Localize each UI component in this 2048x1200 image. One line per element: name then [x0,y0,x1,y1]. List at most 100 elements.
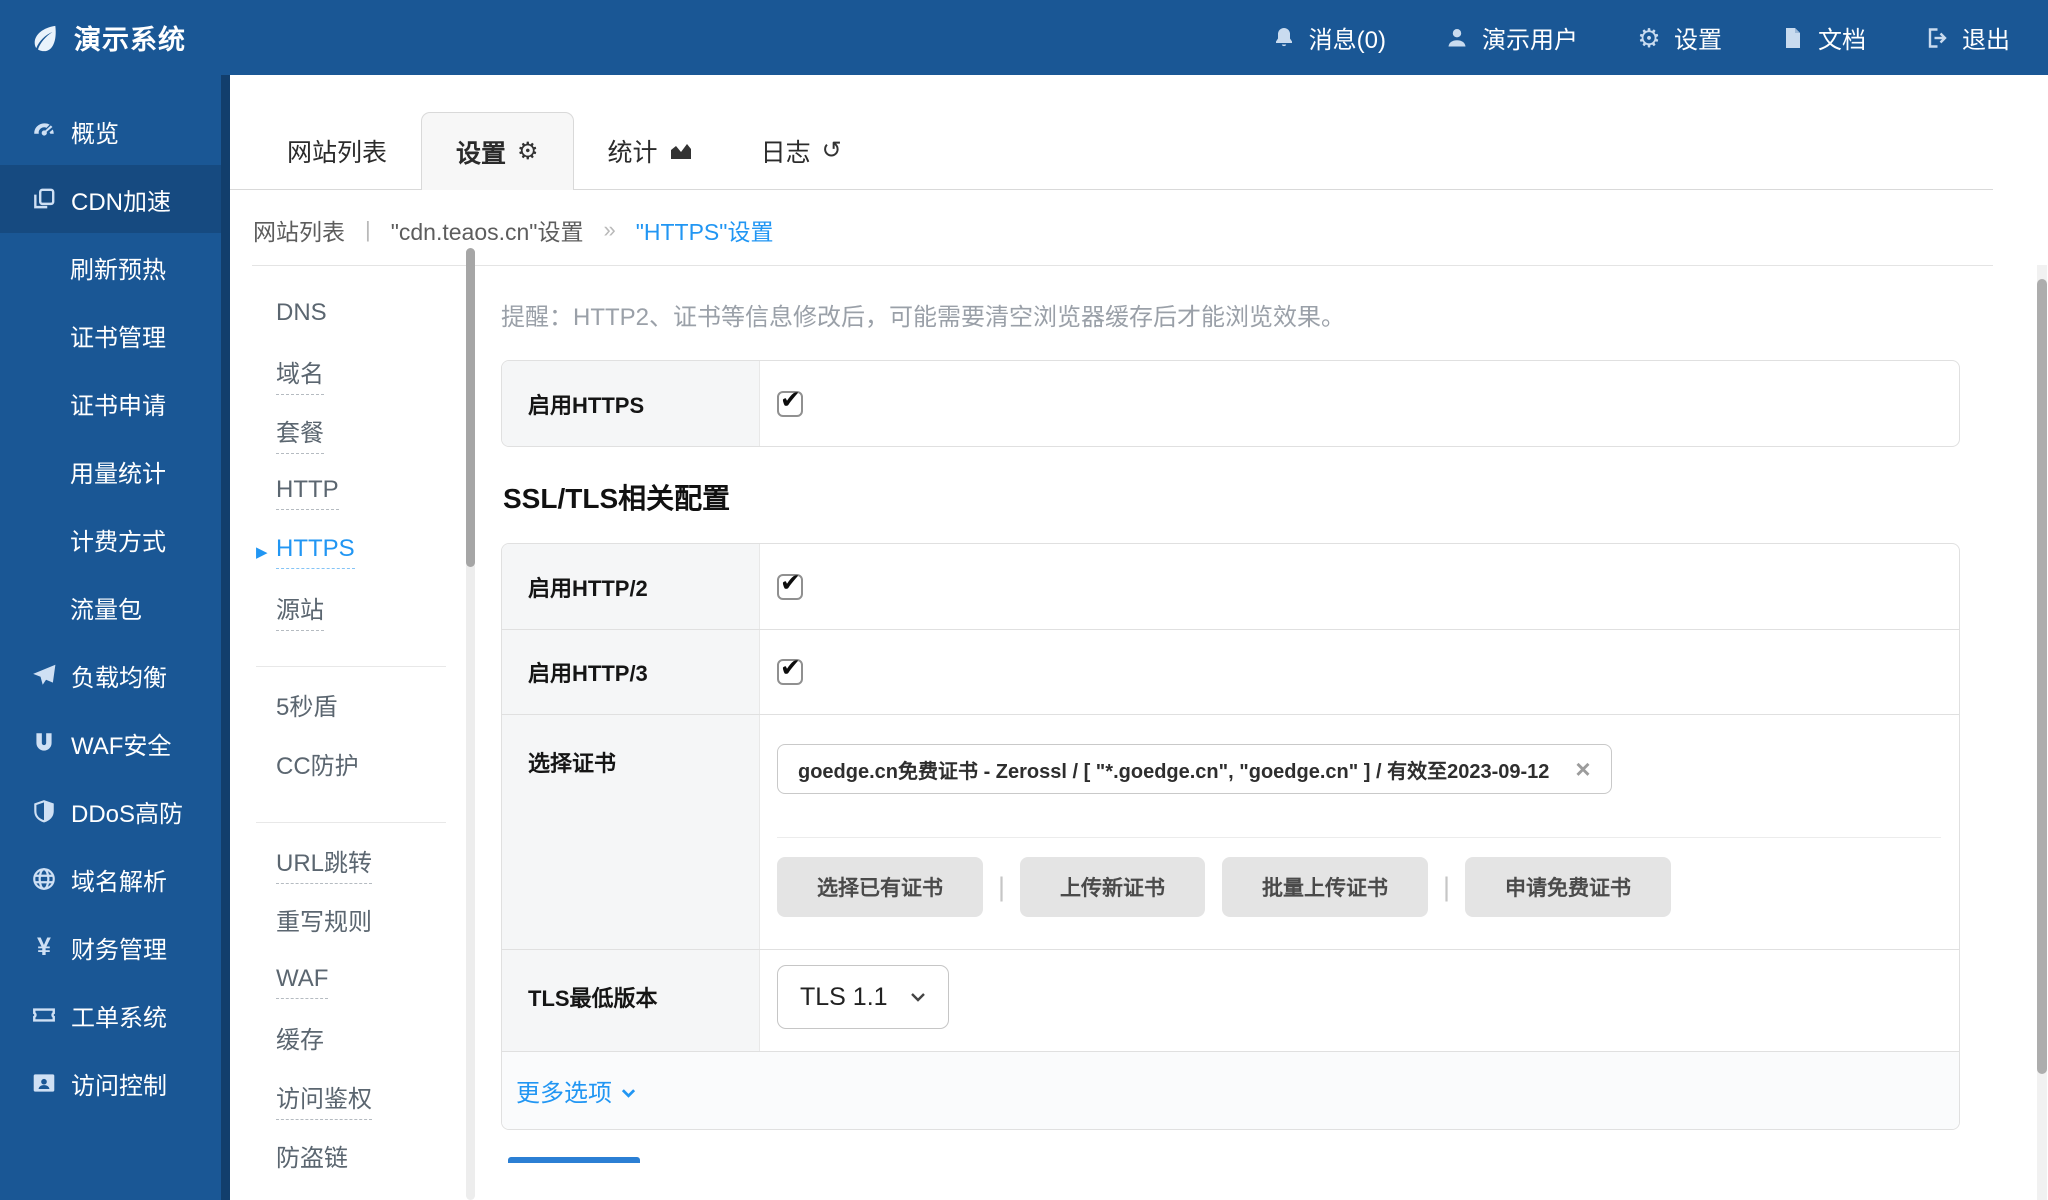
submenu-item-access-auth[interactable]: 访问鉴权 [256,1070,448,1129]
submenu-label: 套餐 [276,413,324,454]
save-button-clipped[interactable] [508,1157,640,1163]
logout-icon [1924,25,1950,51]
settings-submenu: DNS 域名 套餐 HTTP ▶ HTTPS 源站 5秒盾 CC防护 URL跳转… [256,286,448,1188]
breadcrumb-https-settings[interactable]: "HTTPS"设置 [636,213,774,247]
select-existing-cert-button[interactable]: 选择已有证书 [777,857,983,917]
apply-free-cert-button[interactable]: 申请免费证书 [1465,857,1671,917]
enable-https-checkbox[interactable]: ✔ [777,391,803,417]
topnav-logout[interactable]: 退出 [1924,20,2010,55]
sidebar-item-access-control[interactable]: 访问控制 [0,1049,230,1117]
sidebar-item-label: 用量统计 [70,454,166,489]
submenu-item-waf[interactable]: WAF [256,952,448,1011]
magnet-icon [30,729,58,757]
breadcrumb-website-list[interactable]: 网站列表 [253,213,345,247]
sidebar-item-ddos[interactable]: DDoS高防 [0,777,230,845]
enable-http3-checkbox[interactable]: ✔ [777,659,803,685]
sidebar-item-billing-method[interactable]: 计费方式 [0,505,230,573]
more-options-link[interactable]: 更多选项 [516,1073,636,1108]
sidebar-item-traffic-package[interactable]: 流量包 [0,573,230,641]
submenu-item-origin[interactable]: 源站 [256,581,448,640]
submenu-item-cc-protect[interactable]: CC防护 [256,737,448,796]
page-scrollbar-thumb[interactable] [2037,279,2047,1074]
topbar: 演示系统 消息(0) 演示用户 ⚙ 设置 文档 [0,0,2048,75]
topnav-user[interactable]: 演示用户 [1444,20,1578,55]
topnav-user-label: 演示用户 [1482,20,1578,55]
sidebar-item-label: DDoS高防 [71,794,183,829]
breadcrumb: 网站列表 | "cdn.teaos.cn"设置 » "HTTPS"设置 [253,212,773,248]
ticket-icon [30,1001,58,1029]
submenu-item-http[interactable]: HTTP [256,463,448,522]
topnav-docs[interactable]: 文档 [1780,20,1866,55]
certificate-chip[interactable]: goedge.cn免费证书 - Zerossl / [ "*.goedge.cn… [777,744,1612,794]
submenu-label: URL跳转 [276,843,372,884]
submenu-item-cache[interactable]: 缓存 [256,1011,448,1070]
tab-logs[interactable]: 日志 ↺ [727,112,876,190]
submenu-label: 访问鉴权 [276,1079,372,1120]
submenu-item-url-redirect[interactable]: URL跳转 [256,834,448,893]
paper-plane-icon [30,661,58,689]
submenu-item-dns[interactable]: DNS [256,286,448,345]
sidebar-item-refresh-preheat[interactable]: 刷新预热 [0,233,230,301]
field-label-enable-http2: 启用HTTP/2 [502,544,760,629]
submenu-label: HTTP [276,476,339,510]
sidebar-item-load-balancer[interactable]: 负载均衡 [0,641,230,709]
sidebar-item-label: 计费方式 [70,522,166,557]
sidebar-item-finance[interactable]: ¥ 财务管理 [0,913,230,981]
sidebar-item-label: CDN加速 [71,182,171,217]
breadcrumb-site-settings[interactable]: "cdn.teaos.cn"设置 [391,213,584,247]
topnav-settings[interactable]: ⚙ 设置 [1636,20,1722,55]
submenu-item-5s-shield[interactable]: 5秒盾 [256,678,448,737]
sidebar-item-waf[interactable]: WAF安全 [0,709,230,777]
sidebar-item-label: 证书申请 [70,386,166,421]
id-card-icon [30,1069,58,1097]
topnav-messages-label: 消息(0) [1309,20,1386,55]
ssl-config-table: 启用HTTP/2 ✔ 启用HTTP/3 ✔ 选择证书 goedge.cn免费证书… [501,543,1960,1130]
submenu-item-plan[interactable]: 套餐 [256,404,448,463]
submenu-scrollbar[interactable] [466,248,475,1200]
page-scrollbar[interactable] [2037,265,2047,1200]
tab-statistics[interactable]: 统计 [574,112,727,190]
copy-icon [30,185,58,213]
sidebar-item-tickets[interactable]: 工单系统 [0,981,230,1049]
upload-new-cert-button[interactable]: 上传新证书 [1020,857,1205,917]
sidebar-item-cert-manage[interactable]: 证书管理 [0,301,230,369]
topnav-messages[interactable]: 消息(0) [1271,20,1386,55]
history-icon: ↺ [822,139,842,163]
sidebar-item-label: 域名解析 [71,862,167,897]
submenu-item-domain[interactable]: 域名 [256,345,448,404]
enable-http2-checkbox[interactable]: ✔ [777,574,803,600]
sidebar-item-overview[interactable]: 概览 [0,97,230,165]
https-enable-table: 启用HTTPS ✔ [501,360,1960,447]
submenu-item-hotlink-protect[interactable]: 防盗链 [256,1129,448,1188]
submenu-label: 缓存 [276,1020,324,1061]
submenu-item-rewrite-rules[interactable]: 重写规则 [256,893,448,952]
yen-icon: ¥ [30,933,58,961]
sidebar-item-cert-apply[interactable]: 证书申请 [0,369,230,437]
button-separator: | [998,872,1005,903]
bell-icon [1271,25,1297,51]
tabbar: 网站列表 设置 ⚙ 统计 日志 ↺ [253,112,876,190]
sidebar: 概览 CDN加速 刷新预热 证书管理 证书申请 用量统计 计费方式 流量包 [0,75,230,1200]
more-options-label: 更多选项 [516,1073,612,1108]
app-title: 演示系统 [74,18,186,57]
submenu-item-https[interactable]: ▶ HTTPS [256,522,448,581]
sidebar-item-label: 流量包 [70,590,142,625]
chevron-down-icon [910,992,926,1002]
sidebar-item-dns[interactable]: 域名解析 [0,845,230,913]
section-title-ssl: SSL/TLS相关配置 [503,477,730,517]
batch-upload-cert-button[interactable]: 批量上传证书 [1222,857,1428,917]
button-separator: | [1443,872,1450,903]
user-icon [1444,25,1470,51]
app-logo[interactable]: 演示系统 [30,18,186,57]
sidebar-item-label: 财务管理 [71,930,167,965]
tls-version-select[interactable]: TLS 1.1 [777,965,949,1029]
sidebar-item-usage-stats[interactable]: 用量统计 [0,437,230,505]
topnav-logout-label: 退出 [1962,20,2010,55]
sidebar-item-cdn[interactable]: CDN加速 [0,165,230,233]
field-label-enable-http3: 启用HTTP/3 [502,630,760,714]
submenu-label: 重写规则 [276,902,372,943]
remove-certificate-icon[interactable]: × [1575,756,1590,782]
tab-website-list[interactable]: 网站列表 [253,112,421,190]
submenu-scrollbar-thumb[interactable] [466,248,475,567]
tab-settings[interactable]: 设置 ⚙ [421,112,574,190]
